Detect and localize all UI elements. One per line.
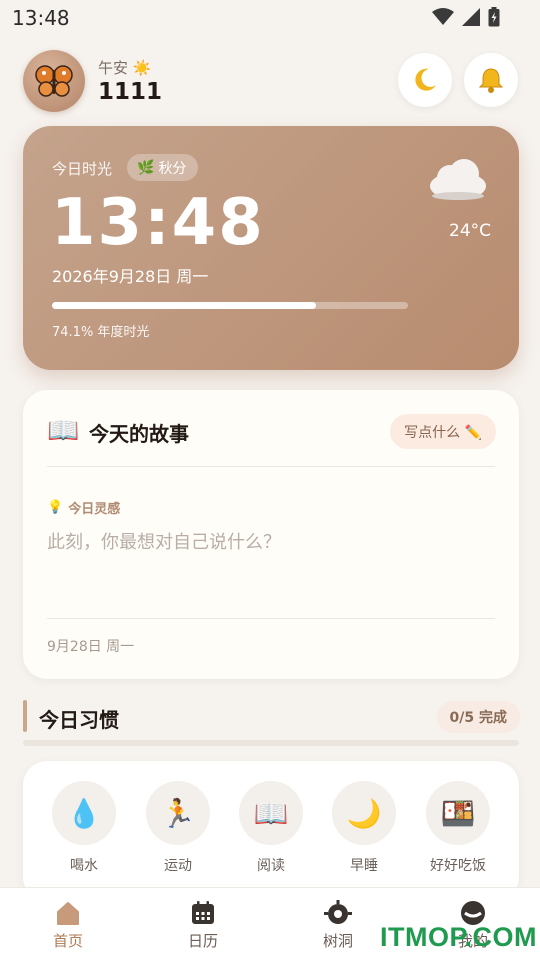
username: 1111 [98, 79, 163, 105]
watermark: ITMOP.COM [380, 922, 538, 952]
habits-count-badge: 0/5 完成 [436, 701, 520, 733]
calendar-icon [192, 901, 214, 924]
habits-accent-bar [23, 700, 27, 732]
habit-label: 运动 [164, 858, 192, 874]
notification-button[interactable] [464, 53, 518, 107]
habit-eat-well[interactable]: 🍱 好好吃饭 [413, 781, 503, 875]
solar-term-label: 秋分 [158, 160, 187, 177]
moon-icon: 🌙 [332, 781, 396, 845]
time-card-label: 今日时光 [52, 160, 113, 178]
habit-exercise[interactable]: 🏃 运动 [133, 781, 223, 875]
bento-icon: 🍱 [426, 781, 490, 845]
leaf-icon: 🌿 [137, 159, 155, 176]
open-book-icon: 📖 [47, 416, 80, 446]
time-card: 今日时光 🌿 秋分 13:48 2026年9月28日 周一 74.1% 年度时光… [23, 126, 519, 370]
story-divider-bottom [47, 618, 495, 619]
year-progress-fill [52, 302, 316, 309]
status-icons [432, 7, 500, 27]
story-input[interactable]: 此刻，你最想对自己说什么？ [47, 528, 281, 554]
temperature: 24°C [449, 221, 492, 241]
wifi-icon [432, 8, 454, 25]
moon-icon [415, 68, 436, 91]
home-icon [57, 902, 79, 925]
night-mode-button[interactable] [398, 53, 452, 107]
nav-calendar-label: 日历 [187, 932, 218, 950]
greeting: 午安 ☀️ [98, 59, 152, 77]
story-date: 9月28日 周一 [47, 639, 135, 655]
inspiration-label: 💡 今日灵感 [47, 498, 120, 517]
butterfly-icon [35, 65, 73, 97]
battery-icon [488, 7, 500, 27]
habit-water[interactable]: 💧 喝水 [39, 781, 129, 875]
year-progress-bar [52, 302, 408, 309]
cloud-icon [426, 156, 490, 208]
book-icon: 📖 [239, 781, 303, 845]
nav-tree-hole[interactable]: 树洞 [298, 900, 378, 951]
nav-calendar[interactable]: 日历 [163, 900, 243, 951]
solar-term-badge: 🌿 秋分 [127, 154, 199, 181]
nav-home[interactable]: 首页 [28, 900, 108, 951]
tree-hole-icon [324, 900, 352, 924]
habit-early-sleep[interactable]: 🌙 早睡 [319, 781, 409, 875]
story-card: 📖 今天的故事 写点什么 ✏️ 💡 今日灵感 此刻，你最想对自己说什么？ 9月2… [23, 390, 519, 679]
habit-label: 喝水 [70, 858, 98, 874]
nav-tree-hole-label: 树洞 [322, 932, 353, 950]
habit-reading[interactable]: 📖 阅读 [226, 781, 316, 875]
signal-icon [462, 8, 480, 26]
water-drop-icon: 💧 [52, 781, 116, 845]
status-time: 13:48 [12, 6, 70, 30]
runner-icon: 🏃 [146, 781, 210, 845]
habits-card: 💧 喝水 🏃 运动 📖 阅读 🌙 早睡 🍱 好好吃饭 [23, 761, 519, 901]
current-time: 13:48 [51, 186, 265, 260]
habit-label: 早睡 [350, 858, 378, 874]
avatar[interactable] [23, 50, 85, 112]
habit-label: 阅读 [257, 858, 285, 874]
write-button-label: 写点什么 ✏️ [404, 424, 482, 441]
status-bar: 13:48 [0, 0, 540, 36]
habit-label: 好好吃饭 [430, 858, 486, 874]
nav-home-label: 首页 [52, 932, 83, 950]
story-divider-top [47, 466, 495, 467]
lightbulb-icon: 💡 [47, 500, 64, 515]
year-progress-text: 74.1% 年度时光 [52, 325, 150, 340]
bell-icon [478, 68, 504, 93]
inspiration-label-text: 今日灵感 [68, 502, 121, 517]
current-date: 2026年9月28日 周一 [52, 267, 209, 286]
habits-title: 今日习惯 [39, 708, 119, 732]
story-title: 今天的故事 [89, 422, 189, 446]
write-button[interactable]: 写点什么 ✏️ [390, 414, 496, 449]
habits-divider [23, 740, 519, 746]
